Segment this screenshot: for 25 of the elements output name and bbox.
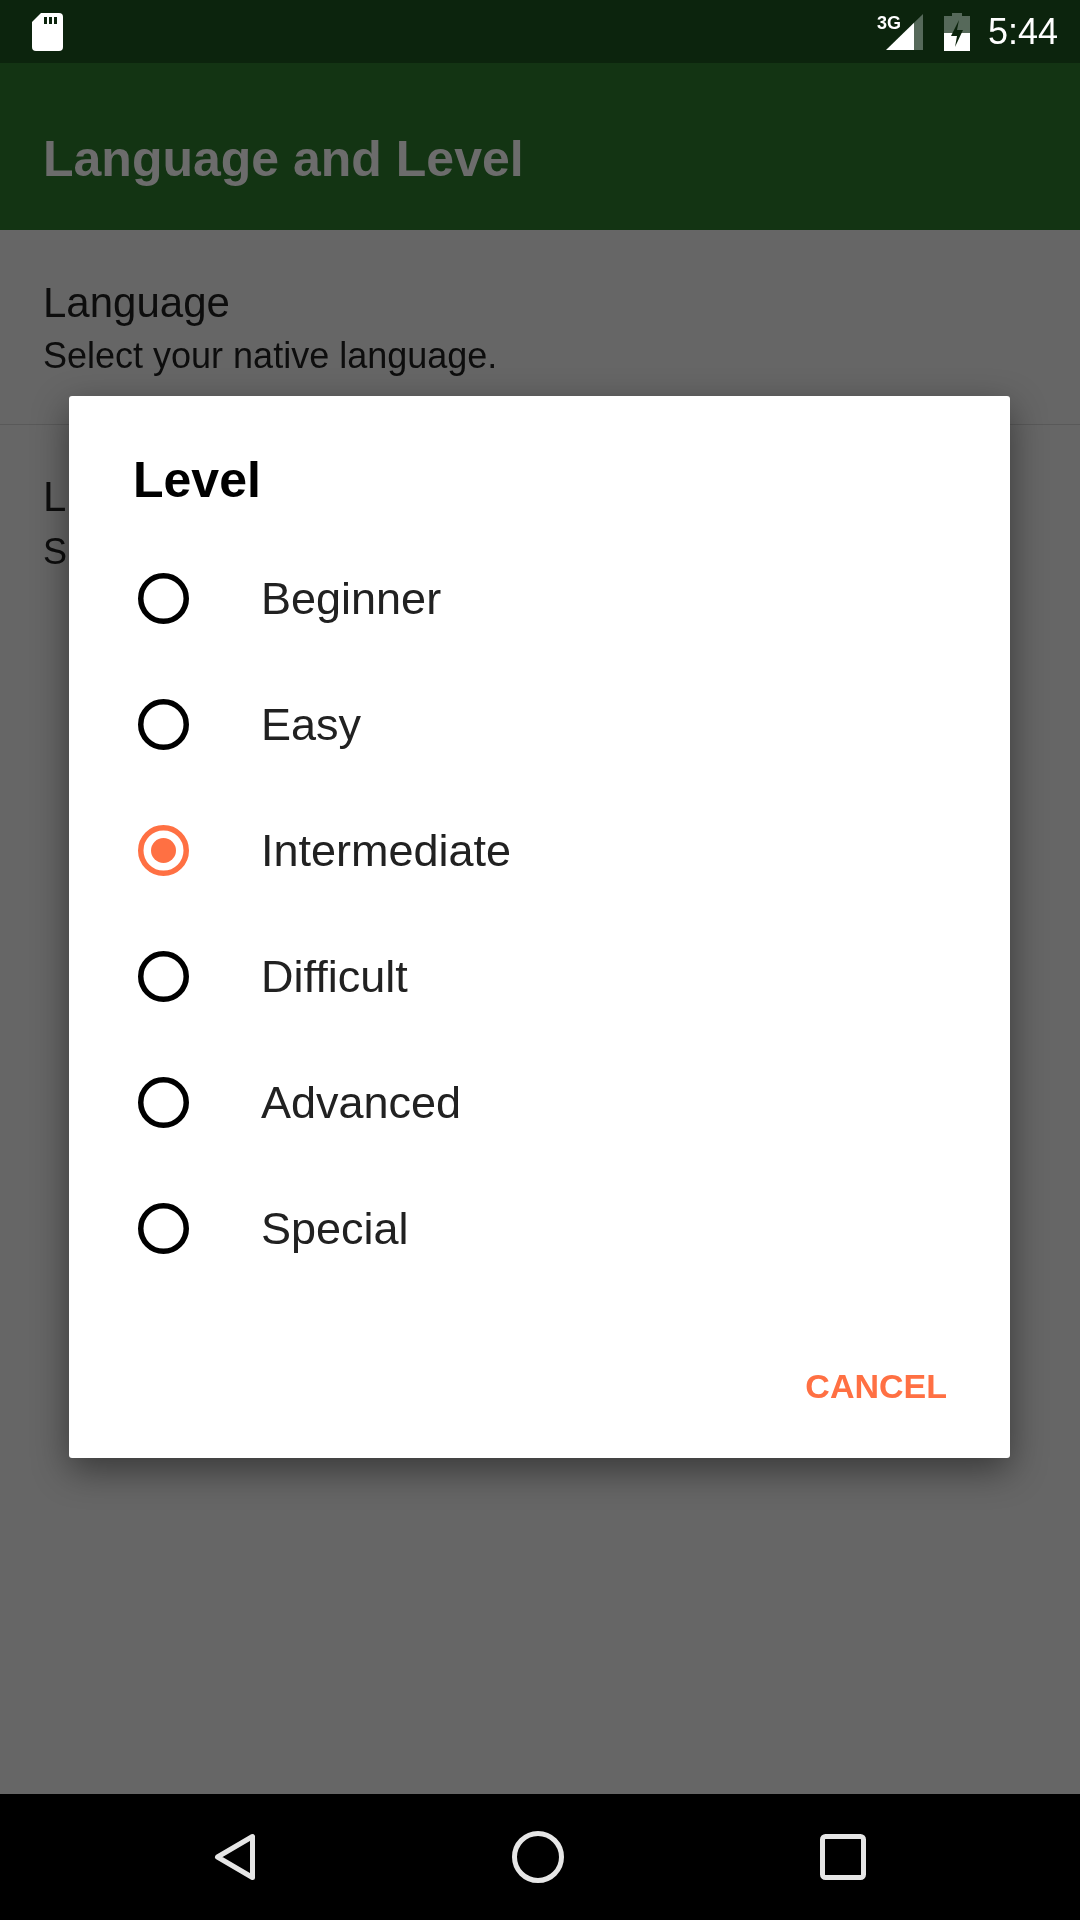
radio-button[interactable]: [138, 824, 189, 876]
setting-title: Language: [43, 282, 230, 324]
setting-title: L: [43, 476, 67, 518]
home-icon[interactable]: [512, 1831, 564, 1883]
radio-button[interactable]: [138, 1076, 189, 1128]
option-label[interactable]: Advanced: [261, 1079, 462, 1125]
option-label[interactable]: Easy: [261, 701, 362, 747]
back-icon[interactable]: [214, 1833, 256, 1881]
dialog-title: Level: [133, 455, 261, 505]
app-bar-title: Language and Level: [43, 134, 525, 184]
battery-charging-icon: [943, 12, 970, 51]
setting-summary: Select your native language.: [43, 338, 498, 374]
radio-button[interactable]: [138, 1202, 189, 1254]
recent-apps-icon[interactable]: [820, 1834, 866, 1880]
option-label[interactable]: Difficult: [261, 953, 408, 999]
option-label[interactable]: Intermediate: [261, 827, 512, 873]
radio-button[interactable]: [138, 950, 189, 1002]
network-type: 3G: [876, 13, 901, 32]
option-label[interactable]: Special: [261, 1205, 409, 1251]
setting-summary: S: [43, 534, 67, 570]
sd-card-icon: [32, 12, 63, 51]
status-time: 5:44: [987, 13, 1058, 50]
radio-button[interactable]: [138, 572, 189, 624]
option-label[interactable]: Beginner: [261, 575, 442, 621]
radio-button[interactable]: [138, 698, 189, 750]
